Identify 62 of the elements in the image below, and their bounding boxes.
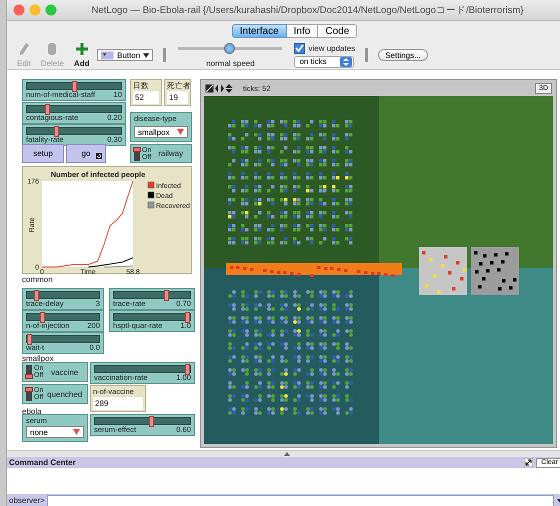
window-controls-icon[interactable] (13, 4, 57, 16)
slider-track[interactable] (26, 335, 100, 343)
forever-icon (96, 153, 102, 159)
toggle-switch[interactable] (134, 146, 140, 160)
caret-icon (177, 129, 184, 135)
expand-icon[interactable] (524, 458, 534, 467)
tab[interactable]: Code (318, 24, 358, 38)
switch-label: vaccine (50, 368, 80, 376)
slider-track[interactable] (26, 105, 122, 113)
model-button[interactable]: go (66, 144, 106, 163)
section-label: ebola (22, 407, 43, 418)
view-controls-icon[interactable] (205, 84, 233, 92)
toggle-switch[interactable] (26, 387, 32, 401)
slider-track[interactable] (26, 127, 122, 135)
switch-label: quenched (46, 390, 84, 398)
button-widget-icon (101, 50, 114, 60)
tab[interactable]: Info (286, 24, 318, 38)
prompt-label: observer> (9, 496, 45, 505)
monitor-value: 52 (133, 91, 159, 104)
tab[interactable]: Interface (232, 24, 287, 38)
slider-thumb[interactable] (185, 364, 190, 375)
section-label: common (22, 275, 54, 286)
monitor-value: 289 (93, 397, 143, 410)
caret-icon (143, 52, 150, 58)
slider-track[interactable] (26, 82, 122, 90)
add-button[interactable]: Add (72, 42, 92, 68)
slider-track[interactable] (26, 313, 100, 321)
slider-thumb[interactable] (27, 334, 32, 345)
slider-track[interactable] (94, 417, 191, 425)
slider-thumb[interactable] (54, 126, 59, 137)
toggle-switch[interactable] (26, 365, 32, 379)
slider-track[interactable] (94, 365, 191, 373)
speed-label: normal speed (206, 58, 255, 68)
settings-button[interactable]: Settings... (378, 49, 428, 61)
slider-track[interactable] (26, 291, 100, 299)
slider-thumb[interactable] (185, 312, 190, 323)
widget-type-dropdown[interactable]: Button (97, 49, 154, 61)
window-title: NetLogo — Bio-Ebola-rail {/Users/kurahashi/Dropbox/Doc2014/NetLogo/NetLogoコード/Bioterrorism} (90, 4, 525, 16)
checkbox-label: view updates (308, 44, 356, 52)
update-mode-select[interactable]: on ticks (294, 56, 354, 68)
chooser-dropdown[interactable]: none (26, 426, 84, 438)
chooser-dropdown[interactable]: smallpox (134, 126, 188, 138)
caret-icon (73, 429, 80, 435)
slider-track[interactable] (113, 313, 191, 321)
slider-thumb[interactable] (44, 104, 50, 115)
slider-thumb[interactable] (34, 290, 39, 301)
switch-label: railway (157, 149, 184, 158)
stepper-icon (340, 56, 352, 66)
slider-thumb[interactable] (224, 42, 236, 54)
command-center-title: Command Center (9, 458, 77, 467)
slider-thumb[interactable] (72, 81, 76, 92)
slider-thumb[interactable] (149, 416, 154, 427)
pencil-icon (18, 42, 30, 56)
command-input[interactable] (46, 494, 554, 506)
slider-thumb[interactable] (40, 312, 46, 323)
monitor-value: 19 (167, 91, 188, 104)
plus-icon (76, 42, 88, 56)
slider-track[interactable] (113, 291, 191, 299)
section-label: smallpox (22, 354, 55, 365)
checkbox[interactable] (294, 42, 306, 54)
slider-thumb[interactable] (164, 290, 169, 301)
model-button[interactable]: setup (22, 144, 64, 163)
